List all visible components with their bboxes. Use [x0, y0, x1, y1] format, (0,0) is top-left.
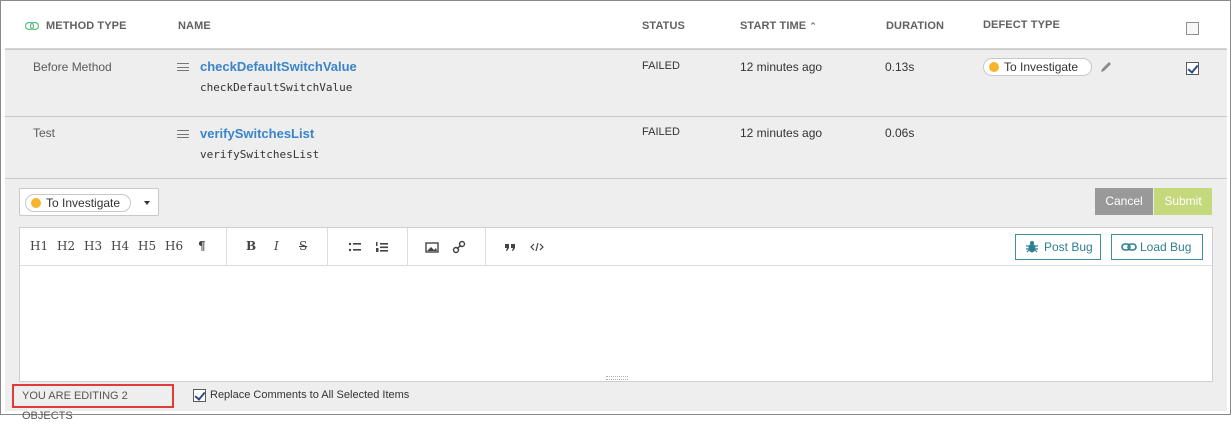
defect-type-badge: To Investigate	[25, 194, 131, 212]
resize-handle[interactable]	[606, 376, 628, 380]
toolbar-divider	[485, 228, 486, 266]
paragraph-button[interactable]: ¶	[198, 239, 206, 253]
header-status[interactable]: STATUS	[642, 20, 685, 32]
select-all-checkbox[interactable]	[1186, 22, 1199, 35]
cancel-button[interactable]: Cancel	[1095, 188, 1153, 215]
status-dot-icon	[989, 62, 999, 72]
defect-type-label: To Investigate	[46, 196, 121, 210]
status-text: FAILED	[642, 126, 680, 138]
bold-button[interactable]: B	[246, 239, 256, 253]
heading-3-button[interactable]: H3	[84, 239, 102, 253]
table-row[interactable]: Test verifySwitchesList verifySwitchesLi…	[5, 117, 1227, 179]
method-type: Before Method	[33, 60, 112, 74]
heading-6-button[interactable]: H6	[165, 239, 183, 253]
heading-5-button[interactable]: H5	[138, 239, 156, 253]
duration: 0.13s	[885, 60, 915, 74]
numbered-list-icon[interactable]	[375, 240, 389, 254]
sort-up-icon: ⌃	[809, 21, 817, 31]
header-duration[interactable]: DURATION	[886, 20, 944, 32]
menu-icon[interactable]	[177, 63, 189, 71]
post-bug-button[interactable]: Post Bug	[1015, 234, 1101, 260]
defect-editor-panel: To Investigate Cancel Submit H1 H2 H3 H4…	[5, 179, 1227, 422]
status-text: FAILED	[642, 60, 680, 72]
toolbar-divider	[407, 228, 408, 266]
editor-toolbar: H1 H2 H3 H4 H5 H6 ¶ B I S Post Bug Load …	[20, 228, 1212, 266]
quote-icon[interactable]	[503, 240, 517, 254]
defect-type-dropdown[interactable]: To Investigate	[19, 188, 159, 216]
header-start-time[interactable]: START TIME ⌃	[740, 20, 817, 32]
item-name-link[interactable]: verifySwitchesList	[200, 126, 314, 141]
item-name-link[interactable]: checkDefaultSwitchValue	[200, 59, 357, 74]
pencil-icon[interactable]	[1099, 60, 1113, 74]
load-bug-label: Load Bug	[1140, 240, 1192, 254]
item-code-name: verifySwitchesList	[200, 148, 320, 161]
method-type: Test	[33, 126, 56, 140]
header-start-time-label: START TIME	[740, 20, 807, 32]
menu-icon[interactable]	[177, 130, 189, 138]
defect-type-label: To Investigate	[1004, 60, 1079, 74]
heading-1-button[interactable]: H1	[30, 239, 48, 253]
strikethrough-button[interactable]: S	[299, 239, 307, 253]
header-defect-type[interactable]: DEFECT TYPE	[983, 19, 1060, 31]
submit-button[interactable]: Submit	[1154, 188, 1212, 215]
header-method-type[interactable]: METHOD TYPE	[46, 20, 127, 32]
table-header: METHOD TYPE NAME STATUS START TIME ⌃ DURA…	[5, 3, 1227, 49]
toolbar-divider	[226, 228, 227, 266]
replace-comments-label: Replace Comments to All Selected Items	[210, 389, 410, 401]
post-bug-label: Post Bug	[1044, 240, 1093, 254]
link-icon	[25, 21, 39, 31]
toolbar-divider	[327, 228, 328, 266]
duration: 0.06s	[885, 126, 915, 140]
bug-icon	[1026, 241, 1038, 253]
row-select-checkbox[interactable]	[1186, 62, 1199, 75]
heading-4-button[interactable]: H4	[111, 239, 129, 253]
header-name[interactable]: NAME	[178, 20, 211, 32]
bullet-list-icon[interactable]	[348, 240, 362, 254]
caret-down-icon	[144, 201, 150, 205]
status-dot-icon	[31, 198, 41, 208]
image-icon[interactable]	[425, 240, 439, 254]
start-time: 12 minutes ago	[740, 60, 823, 74]
comment-editor[interactable]: H1 H2 H3 H4 H5 H6 ¶ B I S Post Bug Load …	[19, 227, 1213, 382]
editing-objects-notice: YOU ARE EDITING 2 OBJECTS	[12, 384, 174, 422]
start-time: 12 minutes ago	[740, 126, 823, 140]
replace-comments-checkbox[interactable]	[193, 389, 206, 402]
italic-button[interactable]: I	[274, 239, 279, 253]
heading-2-button[interactable]: H2	[57, 239, 75, 253]
test-items-panel: METHOD TYPE NAME STATUS START TIME ⌃ DURA…	[0, 0, 1231, 422]
defect-type-badge[interactable]: To Investigate	[983, 58, 1092, 76]
item-code-name: checkDefaultSwitchValue	[200, 81, 353, 94]
link-icon	[1121, 243, 1137, 251]
table-row[interactable]: Before Method checkDefaultSwitchValue ch…	[5, 49, 1227, 117]
load-bug-button[interactable]: Load Bug	[1111, 234, 1203, 260]
code-icon[interactable]	[530, 240, 544, 254]
link-icon[interactable]	[452, 240, 466, 254]
